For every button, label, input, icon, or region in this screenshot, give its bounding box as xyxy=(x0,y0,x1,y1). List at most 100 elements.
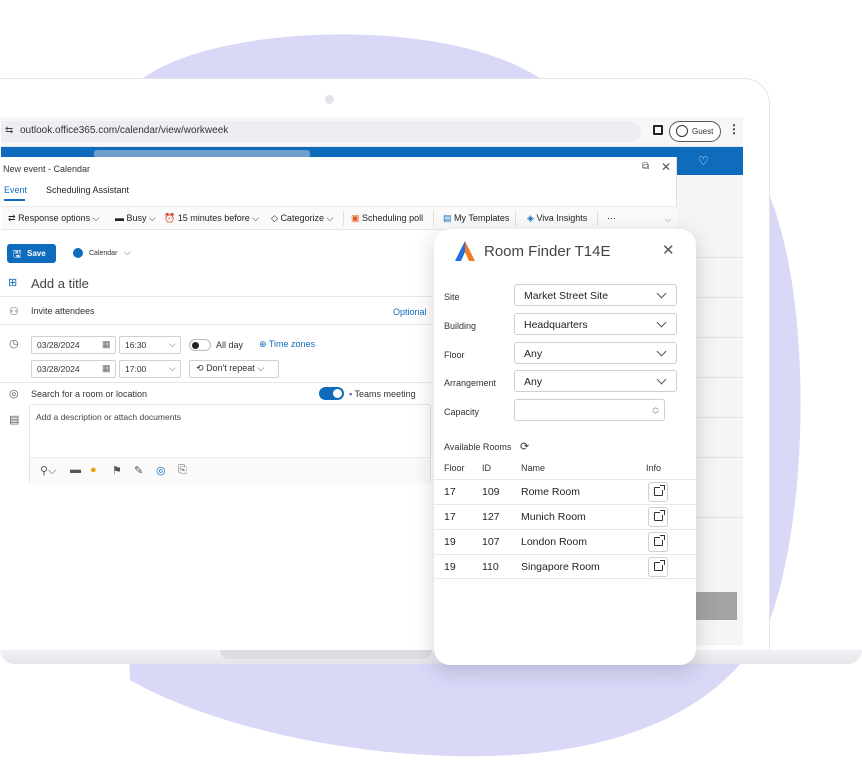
column-header-info: Info xyxy=(646,463,662,473)
table-row[interactable]: 17 109 Rome Room xyxy=(434,479,696,504)
room-info-button[interactable] xyxy=(648,482,668,502)
optional-attendees-link[interactable]: Optional xyxy=(393,307,427,317)
ribbon-expand-icon[interactable]: ⌵ xyxy=(665,215,671,225)
notes-icon: ▤ xyxy=(9,414,20,426)
format-painter-icon[interactable]: ⚑ xyxy=(112,464,122,477)
all-day-toggle[interactable] xyxy=(189,339,211,351)
alarm-icon: ⏰ xyxy=(164,213,176,223)
description-editor[interactable]: Add a description or attach documents ⚲⌵… xyxy=(29,404,431,484)
column-header-id: ID xyxy=(482,463,491,473)
room-name: London Room xyxy=(521,536,587,548)
chevron-down-icon[interactable]: ⌵ xyxy=(169,363,176,374)
end-time-field[interactable]: 17:00 ⌵ xyxy=(119,360,181,378)
title-row: ⊞ Add a title xyxy=(1,271,431,297)
emoji-icon[interactable]: ● xyxy=(90,464,97,476)
all-day-label: All day xyxy=(216,340,244,350)
room-info-button[interactable] xyxy=(648,532,668,552)
tab-event[interactable]: Event xyxy=(4,185,27,195)
tag-icon: ◇ xyxy=(271,213,278,223)
calendar-icon[interactable]: ▦ xyxy=(102,339,111,350)
room-info-button[interactable] xyxy=(648,507,668,527)
add-person-icon: ⚇ xyxy=(9,306,19,318)
floor-select[interactable]: Any xyxy=(514,342,677,364)
title-input[interactable]: Add a title xyxy=(31,276,89,291)
end-date-value: 03/28/2024 xyxy=(37,364,80,374)
building-value: Headquarters xyxy=(524,319,588,331)
capacity-stepper[interactable]: ︿ ﹀ xyxy=(514,399,665,421)
scheduling-poll-button[interactable]: ▣ Scheduling poll xyxy=(351,213,423,224)
arrangement-value: Any xyxy=(524,376,543,388)
location-input[interactable]: Search for a room or location xyxy=(31,389,147,399)
table-row[interactable]: 19 107 London Room xyxy=(434,529,696,554)
refresh-icon[interactable]: ⟳ xyxy=(520,440,529,453)
table-row[interactable]: 17 127 Munich Room xyxy=(434,504,696,529)
calendar-color-dot xyxy=(73,248,83,258)
room-floor: 17 xyxy=(444,511,456,523)
window-title: New event - Calendar xyxy=(3,164,91,174)
start-time-field[interactable]: 16:30 ⌵ xyxy=(119,336,181,354)
chevron-down-icon[interactable]: ⌵ xyxy=(124,247,131,258)
ribbon-divider xyxy=(597,211,598,226)
tab-search-icon[interactable] xyxy=(653,125,663,135)
available-rooms-label: Available Rooms xyxy=(444,442,512,452)
reminder-button[interactable]: ⏰ 15 minutes before ⌵ xyxy=(164,213,259,224)
browser-menu-icon[interactable]: ⋮ xyxy=(728,122,740,136)
viva-insights-button[interactable]: ◈ Viva Insights xyxy=(527,213,587,224)
site-settings-icon[interactable]: ⇆ xyxy=(5,125,13,136)
start-date-field[interactable]: 03/28/2024 ▦ xyxy=(31,336,116,354)
capacity-label: Capacity xyxy=(444,407,480,417)
table-row[interactable]: 19 110 Singapore Room xyxy=(434,554,696,579)
tips-icon[interactable]: ♡ xyxy=(698,154,709,168)
arrangement-select[interactable]: Any xyxy=(514,370,677,392)
calendar-selector[interactable]: Calendar xyxy=(89,250,117,257)
categorize-button[interactable]: ◇ Categorize ⌵ xyxy=(271,213,333,224)
site-label: Site xyxy=(444,292,460,302)
room-info-button[interactable] xyxy=(648,557,668,577)
title-icon: ⊞ xyxy=(8,277,18,289)
chevron-down-icon xyxy=(656,374,667,385)
chevron-down-icon xyxy=(656,288,667,299)
tab-underline xyxy=(4,199,25,201)
invite-attendees-input[interactable]: Invite attendees xyxy=(31,306,95,316)
save-icon: 🖫 xyxy=(13,249,22,260)
response-options-button[interactable]: ⇄ Response options ⌵ xyxy=(8,213,99,224)
popout-icon[interactable]: ⧉ xyxy=(642,161,649,172)
my-templates-button[interactable]: ▤ My Templates xyxy=(443,213,509,224)
teams-meeting-toggle[interactable] xyxy=(319,387,344,400)
teams-meeting-label: ▪ Teams meeting xyxy=(349,389,416,399)
address-bar[interactable]: ⇆ outlook.office365.com/calendar/view/wo… xyxy=(1,121,641,142)
building-select[interactable]: Headquarters xyxy=(514,313,677,335)
busy-icon: ▬ xyxy=(115,213,124,223)
end-date-field[interactable]: 03/28/2024 ▦ xyxy=(31,360,116,378)
room-floor: 17 xyxy=(444,486,456,498)
close-icon[interactable]: ✕ xyxy=(661,160,671,174)
loop-icon[interactable]: ◎ xyxy=(156,464,166,477)
attach-icon[interactable]: ⚲⌵ xyxy=(40,464,56,478)
open-external-icon xyxy=(654,535,665,546)
busy-button[interactable]: ▬ Busy ⌵ xyxy=(115,213,156,224)
browser-bar: ⇆ outlook.office365.com/calendar/view/wo… xyxy=(1,117,743,147)
viva-icon: ◈ xyxy=(527,213,534,223)
calendar-icon[interactable]: ▦ xyxy=(102,363,111,374)
stepper-down-icon[interactable]: ﹀ xyxy=(652,410,659,420)
floor-label: Floor xyxy=(444,350,465,360)
draw-icon[interactable]: ✎ xyxy=(134,464,143,477)
floor-value: Any xyxy=(524,348,543,360)
end-time-value: 17:00 xyxy=(125,364,147,374)
column-header-name: Name xyxy=(521,463,546,473)
more-options-button[interactable]: ··· xyxy=(607,213,616,223)
tab-scheduling-assistant[interactable]: Scheduling Assistant xyxy=(46,185,129,195)
insert-icon[interactable]: ⎘ xyxy=(178,464,187,477)
save-button[interactable]: 🖫 Save xyxy=(7,244,56,263)
site-select[interactable]: Market Street Site xyxy=(514,284,677,306)
close-icon[interactable]: ✕ xyxy=(662,241,675,259)
image-icon[interactable]: ▬ xyxy=(70,464,81,476)
divider xyxy=(1,382,431,383)
room-id: 107 xyxy=(482,536,500,548)
time-zones-link[interactable]: ⊕ Time zones xyxy=(259,339,315,350)
room-name: Munich Room xyxy=(521,511,586,523)
open-external-icon xyxy=(654,560,665,571)
profile-button[interactable]: Guest xyxy=(669,121,721,142)
templates-icon: ▤ xyxy=(443,213,452,223)
chevron-down-icon[interactable]: ⌵ xyxy=(169,339,176,350)
